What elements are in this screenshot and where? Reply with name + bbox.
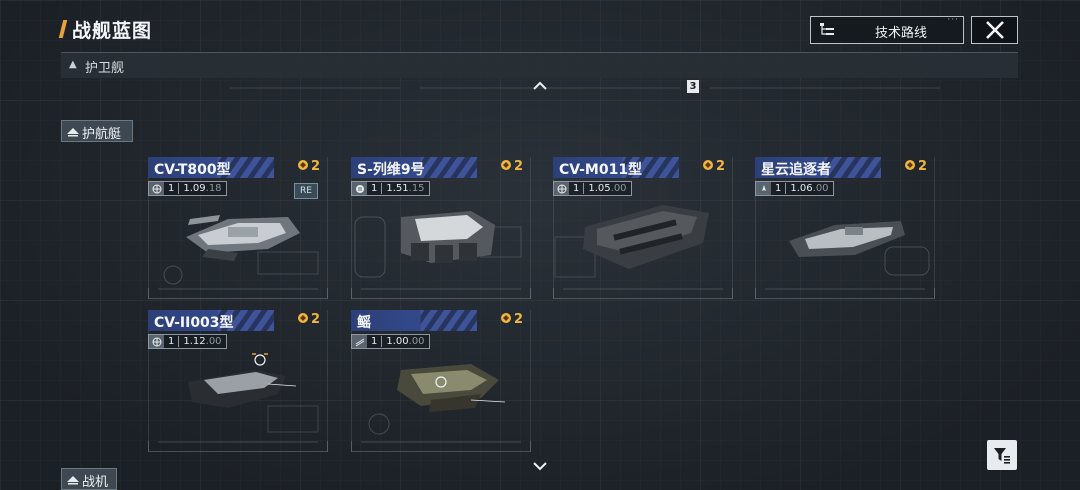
ship-level: 1 xyxy=(367,336,383,347)
ship-cost: 2 xyxy=(297,159,320,174)
ship-version: 1.06.00 xyxy=(790,183,829,194)
cost-value: 2 xyxy=(513,159,523,174)
close-button[interactable] xyxy=(971,16,1018,44)
ship-level: 1 xyxy=(569,183,585,194)
dots-decoration-icon: ··· xyxy=(947,15,959,25)
ship-category-icon xyxy=(67,476,79,485)
ship-stats: 1 1.06.00 xyxy=(755,181,834,196)
blueprint-card[interactable]: CV-II003型 2 1 1.12.00 xyxy=(148,310,328,452)
tech-route-button[interactable]: 技术路线 ··· xyxy=(810,15,964,44)
ship-name: CV-II003型 xyxy=(154,315,234,331)
ship-version: 1.05.00 xyxy=(588,183,627,194)
ship-stats: 1 1.51.15 xyxy=(351,181,430,196)
category-label: 战机 xyxy=(82,475,109,490)
scroll-down-chevron-icon[interactable] xyxy=(532,460,548,472)
cost-value: 2 xyxy=(917,159,927,174)
ship-stats: 1 1.05.00 xyxy=(553,181,632,196)
ship-version: 1.09.18 xyxy=(183,183,222,194)
card-bottom-line xyxy=(351,288,531,299)
blueprint-card[interactable]: CV-M011型 2 1 1.05.00 xyxy=(553,157,733,299)
cost-medal-icon xyxy=(297,160,308,170)
ship-image xyxy=(583,205,709,269)
ship-image xyxy=(188,353,297,408)
ship-stats: 1 1.09.18 xyxy=(148,181,227,196)
card-bottom-line xyxy=(755,288,935,299)
ship-level: 1 xyxy=(164,336,180,347)
rocket-icon xyxy=(756,182,771,195)
background-scale-lines xyxy=(230,87,940,89)
ship-stats: 1 1.12.00 xyxy=(148,334,227,349)
filter-icon xyxy=(994,448,1010,464)
card-bottom-line xyxy=(351,441,531,452)
collapse-triangle-icon: ▲ xyxy=(69,59,77,70)
section-header-frigate[interactable]: ▲ 护卫舰 xyxy=(61,52,1018,78)
cost-value: 2 xyxy=(310,312,320,327)
ship-cost: 2 xyxy=(297,312,320,327)
section-label: 护卫舰 xyxy=(85,61,125,76)
ship-image xyxy=(789,221,905,257)
ship-level: 1 xyxy=(367,183,383,194)
ship-cost: 2 xyxy=(904,159,927,174)
ship-cost: 2 xyxy=(500,312,523,327)
ship-cost: 2 xyxy=(500,159,523,174)
ship-image xyxy=(186,215,300,261)
ship-version: 1.12.00 xyxy=(183,336,222,347)
card-bottom-line xyxy=(553,288,733,299)
ship-image xyxy=(397,364,506,412)
blueprint-card[interactable]: CV-T800型 2 1 1.09.18 RE xyxy=(148,157,328,299)
blueprint-card[interactable]: 星云追逐者 2 1 1.06.00 xyxy=(755,157,935,299)
s-class-icon xyxy=(352,182,367,195)
cost-medal-icon xyxy=(702,160,713,170)
cost-value: 2 xyxy=(715,159,725,174)
ship-category-icon xyxy=(67,128,79,137)
cost-value: 2 xyxy=(310,159,320,174)
ship-name: 星云追逐者 xyxy=(761,162,831,178)
cost-medal-icon xyxy=(500,160,511,170)
category-chip-fighter[interactable]: 战机 xyxy=(61,468,117,490)
ship-name: S-列维9号 xyxy=(357,162,425,178)
blueprint-card[interactable]: 鳐 2 1 1.00.00 xyxy=(351,310,531,452)
ship-cost: 2 xyxy=(702,159,725,174)
ship-level: 1 xyxy=(164,183,180,194)
category-chip-escort[interactable]: 护航艇 xyxy=(61,120,133,142)
ship-name: CV-M011型 xyxy=(559,162,643,178)
ship-image xyxy=(401,211,495,263)
tech-tree-icon xyxy=(820,23,834,35)
filter-button[interactable] xyxy=(987,440,1017,470)
page-title: 战舰蓝图 xyxy=(72,20,153,42)
globe-icon xyxy=(149,182,164,195)
title-accent xyxy=(58,20,68,38)
ship-name: CV-T800型 xyxy=(154,162,231,178)
ship-stats: 1 1.00.00 xyxy=(351,334,430,349)
tech-route-label: 技术路线 xyxy=(875,26,928,41)
cost-value: 2 xyxy=(513,312,523,327)
globe-icon xyxy=(149,335,164,348)
cost-medal-icon xyxy=(500,313,511,323)
card-bottom-line xyxy=(148,288,328,299)
card-bottom-line xyxy=(148,441,328,452)
close-icon xyxy=(986,21,1004,39)
cost-medal-icon xyxy=(904,160,915,170)
ship-version: 1.00.00 xyxy=(386,336,425,347)
top-bar: 战舰蓝图 技术路线 ··· xyxy=(0,0,1080,50)
blueprint-card[interactable]: S-列维9号 2 1 1.51.15 xyxy=(351,157,531,299)
globe-icon xyxy=(554,182,569,195)
ship-version: 1.51.15 xyxy=(386,183,425,194)
ship-level: 1 xyxy=(771,183,787,194)
ship-name: 鳐 xyxy=(357,315,371,331)
stealth-class-icon xyxy=(352,335,367,348)
category-label: 护航艇 xyxy=(82,127,122,142)
cost-medal-icon xyxy=(297,313,308,323)
